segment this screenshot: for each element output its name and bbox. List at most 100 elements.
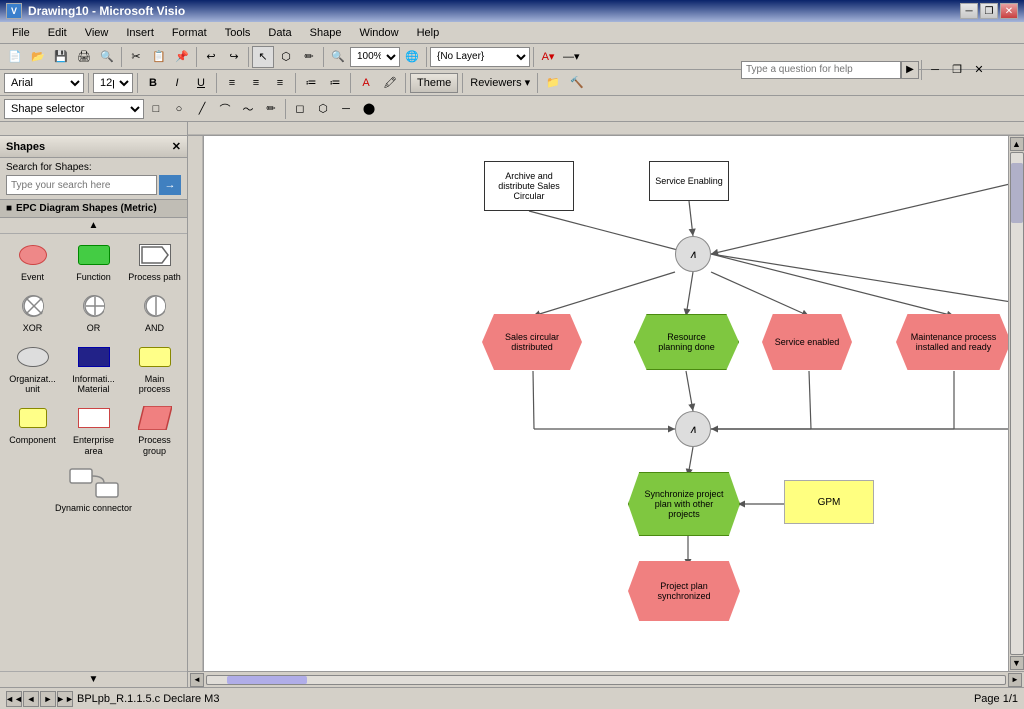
- menu-shape[interactable]: Shape: [302, 25, 350, 41]
- node-and-2[interactable]: ∧: [675, 411, 711, 447]
- tab-name[interactable]: BPLpb_R.1.1.5.c Declare M3: [77, 693, 219, 705]
- shape-item-main-process[interactable]: Main process: [126, 340, 183, 398]
- shadow-button[interactable]: ◻: [289, 98, 311, 120]
- open-button[interactable]: 📂: [27, 46, 49, 68]
- save-button[interactable]: 💾: [50, 46, 72, 68]
- print-preview-button[interactable]: 🔍: [96, 46, 118, 68]
- pointer-button[interactable]: ↖: [252, 46, 274, 68]
- shape-item-process-group[interactable]: Process group: [126, 401, 183, 459]
- shape-item-dynamic[interactable]: Dynamic connector: [4, 463, 183, 516]
- nav-first-button[interactable]: ◄◄: [6, 691, 22, 707]
- shape-item-info[interactable]: Informati... Material: [65, 340, 122, 398]
- help-minimize-icon[interactable]: ─: [924, 59, 946, 81]
- highlight-button[interactable]: 🖍: [379, 72, 401, 94]
- node-project-plan[interactable]: Project plan synchronized: [628, 561, 740, 621]
- shapes-scroll-up[interactable]: ▲: [0, 218, 187, 234]
- layer-select[interactable]: {No Layer}: [430, 47, 530, 67]
- shape-combo[interactable]: Shape selector: [4, 99, 144, 119]
- shape-item-process-path[interactable]: Process path: [126, 238, 183, 285]
- menu-insert[interactable]: Insert: [118, 25, 162, 41]
- shapes-category-header[interactable]: ■ EPC Diagram Shapes (Metric): [0, 200, 187, 218]
- shape-item-xor[interactable]: XOR: [4, 289, 61, 336]
- node-sales-circular[interactable]: Sales circular distributed: [482, 314, 582, 370]
- shapes-search-input[interactable]: [6, 175, 157, 195]
- fill-button[interactable]: ⬡: [312, 98, 334, 120]
- node-gpm[interactable]: GPM: [784, 480, 874, 524]
- menu-data[interactable]: Data: [260, 25, 299, 41]
- canvas-area[interactable]: Archive and distribute Sales Circular Se…: [204, 136, 1024, 671]
- shape-item-and[interactable]: AND: [126, 289, 183, 336]
- scroll-up-button[interactable]: ▲: [1010, 137, 1024, 151]
- draw-pencil-button[interactable]: ✏: [260, 98, 282, 120]
- vertical-scrollbar[interactable]: ▲ ▼: [1008, 136, 1024, 671]
- bullets-button[interactable]: ≔: [300, 72, 322, 94]
- close-button[interactable]: ✕: [1000, 3, 1018, 19]
- align-left-button[interactable]: ≡: [221, 72, 243, 94]
- scroll-down-button[interactable]: ▼: [1010, 656, 1024, 670]
- help-close-icon[interactable]: ✕: [968, 59, 990, 81]
- h-scroll-thumb[interactable]: [227, 676, 307, 684]
- cut-button[interactable]: ✂: [125, 46, 147, 68]
- shapes-scroll-down[interactable]: ▼: [0, 671, 187, 687]
- menu-format[interactable]: Format: [164, 25, 215, 41]
- align-center-button[interactable]: ≡: [245, 72, 267, 94]
- bold-button[interactable]: B: [142, 72, 164, 94]
- undo-button[interactable]: ↩: [200, 46, 222, 68]
- menu-tools[interactable]: Tools: [217, 25, 259, 41]
- nav-next-button[interactable]: ►: [40, 691, 56, 707]
- theme-button[interactable]: Theme: [410, 73, 458, 93]
- paste-button[interactable]: 📌: [171, 46, 193, 68]
- shape-item-event[interactable]: Event: [4, 238, 61, 285]
- font-color-button[interactable]: A: [355, 72, 377, 94]
- line-color-button[interactable]: —▾: [560, 46, 583, 68]
- draw-arc-button[interactable]: ⌒: [214, 98, 236, 120]
- canvas-scroll[interactable]: Archive and distribute Sales Circular Se…: [204, 136, 1024, 671]
- print-button[interactable]: 🖨: [73, 46, 95, 68]
- scroll-right-button[interactable]: ►: [1008, 673, 1022, 687]
- restore-button[interactable]: ❐: [980, 3, 998, 19]
- node-synchronize[interactable]: Synchronize project plan with other proj…: [628, 472, 740, 536]
- minimize-button[interactable]: ─: [960, 3, 978, 19]
- font-select[interactable]: Arial: [4, 73, 84, 93]
- draw-freeform-button[interactable]: 〜: [237, 98, 259, 120]
- connector-button[interactable]: ⬡: [275, 46, 297, 68]
- menu-view[interactable]: View: [77, 25, 117, 41]
- redo-button[interactable]: ↪: [223, 46, 245, 68]
- menu-window[interactable]: Window: [351, 25, 406, 41]
- menu-edit[interactable]: Edit: [40, 25, 75, 41]
- draw-ellipse-button[interactable]: ○: [168, 98, 190, 120]
- node-service-enabled[interactable]: Service enabled: [762, 314, 852, 370]
- shape-item-or[interactable]: OR: [65, 289, 122, 336]
- node-resource-planning[interactable]: Resource planning done: [634, 314, 739, 370]
- node-maintenance[interactable]: Maintenance process installed and ready: [896, 314, 1011, 370]
- menu-file[interactable]: File: [4, 25, 38, 41]
- copy-button[interactable]: 📋: [148, 46, 170, 68]
- shape-item-function[interactable]: Function: [65, 238, 122, 285]
- ask-question-button[interactable]: ▶: [901, 61, 919, 79]
- font-size-select[interactable]: 12pt: [93, 73, 133, 93]
- shapes-search-button[interactable]: →: [159, 175, 181, 195]
- scroll-left-button[interactable]: ◄: [190, 673, 204, 687]
- shape-item-component[interactable]: Component: [4, 401, 61, 459]
- node-archive-distribute[interactable]: Archive and distribute Sales Circular: [484, 161, 574, 211]
- italic-button[interactable]: I: [166, 72, 188, 94]
- line-style-button[interactable]: ─: [335, 98, 357, 120]
- nav-prev-button[interactable]: ◄: [23, 691, 39, 707]
- zoom-select[interactable]: 100%75%150%: [350, 47, 400, 67]
- globe-button[interactable]: 🌐: [401, 46, 423, 68]
- shape-item-enterprise[interactable]: Enterprise area: [65, 401, 122, 459]
- pencil-button[interactable]: ✏: [298, 46, 320, 68]
- align-right-button[interactable]: ≡: [269, 72, 291, 94]
- scroll-thumb[interactable]: [1011, 163, 1023, 223]
- draw-line-button[interactable]: ╱: [191, 98, 213, 120]
- reviewers-button[interactable]: Reviewers ▾: [467, 72, 533, 94]
- underline-button[interactable]: U: [190, 72, 212, 94]
- markup-button[interactable]: 🔨: [566, 72, 588, 94]
- node-and-1[interactable]: ∧: [675, 236, 711, 272]
- folder-button[interactable]: 📁: [542, 72, 564, 94]
- shape-item-org[interactable]: Organizat... unit: [4, 340, 61, 398]
- zoom-in-button[interactable]: 🔍: [327, 46, 349, 68]
- help-restore-icon[interactable]: ❐: [946, 59, 968, 81]
- horizontal-scrollbar[interactable]: ◄ ►: [188, 671, 1024, 687]
- draw-rect-button[interactable]: □: [145, 98, 167, 120]
